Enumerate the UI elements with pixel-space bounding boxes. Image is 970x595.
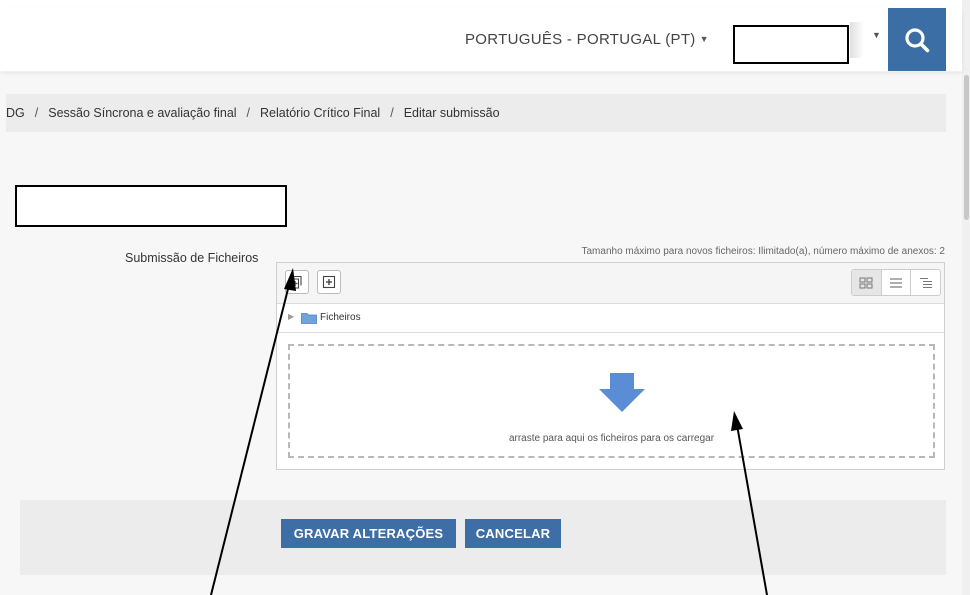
user-menu-redacted[interactable]: [733, 25, 849, 64]
caret-down-icon: ▼: [699, 34, 709, 44]
breadcrumb-item[interactable]: Relatório Crítico Final: [260, 106, 380, 120]
breadcrumb-separator: /: [246, 106, 251, 120]
breadcrumb: DG / Sessão Síncrona e avaliação final / Rel…: [6, 106, 500, 120]
search-icon: [905, 27, 930, 52]
folder-label[interactable]: Ficheiros: [320, 312, 361, 323]
page-title-redacted: [15, 185, 287, 227]
folder-icon: [301, 313, 317, 324]
save-changes-button[interactable]: GRAVAR ALTERAÇÕES: [281, 519, 456, 548]
file-manager: ▶ Ficheiros arraste para aqui os ficheir…: [276, 262, 945, 470]
breadcrumb-item[interactable]: DG: [6, 106, 25, 120]
breadcrumb-item[interactable]: Sessão Síncrona e avaliação final: [48, 106, 236, 120]
breadcrumb-separator: /: [390, 106, 394, 120]
file-path-bar: ▶ Ficheiros: [277, 304, 944, 333]
grid-view-icon: [859, 277, 873, 288]
language-label: PORTUGUÊS - PORTUGAL (PT): [465, 31, 696, 48]
language-menu[interactable]: PORTUGUÊS - PORTUGAL (PT) ▼: [465, 31, 709, 48]
list-view-icon: [890, 277, 902, 288]
file-submission-label: Submissão de Ficheiros: [125, 251, 259, 265]
breadcrumb-separator: /: [34, 106, 39, 120]
search-button[interactable]: [888, 8, 946, 71]
scrollbar-thumb[interactable]: [964, 75, 969, 220]
tree-view-icon: [919, 277, 932, 288]
expand-triangle-icon[interactable]: ▶: [288, 312, 294, 321]
grid-view-button[interactable]: [852, 270, 882, 295]
view-mode-group: [851, 269, 941, 296]
list-view-button[interactable]: [882, 270, 912, 295]
add-file-button[interactable]: [285, 270, 309, 294]
avatar: [850, 22, 864, 58]
breadcrumb-item-current: Editar submissão: [403, 106, 500, 120]
create-folder-icon: [322, 275, 336, 289]
download-arrow-icon: [599, 373, 645, 412]
create-folder-button[interactable]: [317, 270, 341, 294]
cancel-button[interactable]: CANCELAR: [465, 519, 561, 548]
drop-zone[interactable]: arraste para aqui os ficheiros para os c…: [288, 344, 935, 458]
tree-view-button[interactable]: [911, 270, 940, 295]
max-file-info: Tamanho máximo para novos ficheiros: Ili…: [581, 246, 946, 257]
user-menu-caret-icon[interactable]: ▼: [872, 30, 881, 40]
file-manager-toolbar: [277, 263, 944, 304]
add-file-icon: [290, 275, 302, 289]
drop-zone-text: arraste para aqui os ficheiros para os c…: [508, 433, 715, 444]
